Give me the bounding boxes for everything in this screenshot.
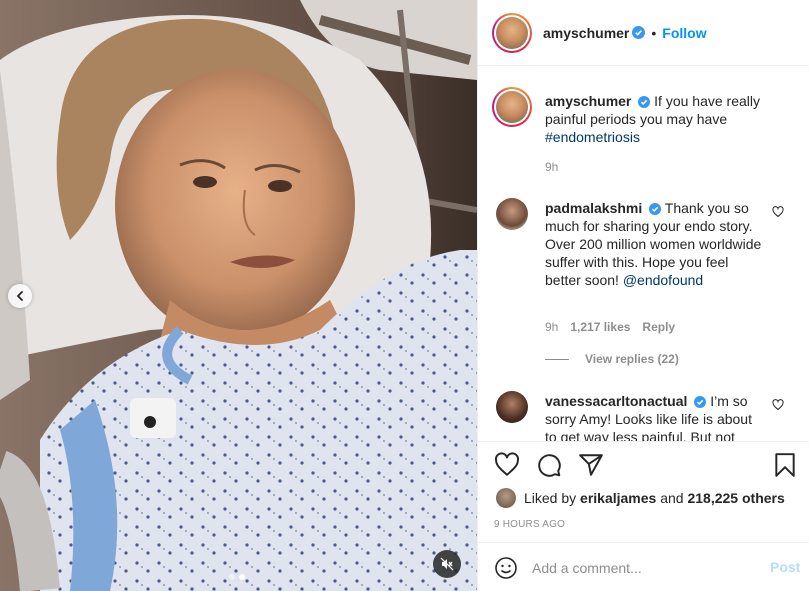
post-timestamp[interactable]: 9 HOURS AGO: [494, 519, 565, 530]
caption-username[interactable]: amyschumer: [545, 93, 631, 109]
heart-icon[interactable]: [772, 399, 784, 411]
liked-by-and: and: [660, 490, 684, 506]
mute-button[interactable]: [433, 550, 461, 578]
comment-meta: 9h 1,217 likes Reply: [545, 320, 675, 334]
caption-avatar[interactable]: [492, 87, 532, 127]
carousel-indicator: [229, 574, 245, 580]
liker-username[interactable]: erikaljames: [580, 490, 656, 506]
caption-hashtag[interactable]: #endometriosis: [545, 129, 640, 145]
like-heart-icon[interactable]: [494, 452, 520, 478]
comments-list[interactable]: amyschumer If you have really painful pe…: [478, 67, 809, 441]
liked-by-prefix: Liked by: [524, 490, 577, 506]
comment-input[interactable]: [532, 559, 752, 576]
liker-avatar[interactable]: [496, 488, 516, 508]
comment-mention[interactable]: @endofound: [623, 272, 703, 288]
comment-likes[interactable]: 1,217 likes: [570, 320, 630, 334]
comment-time: 9h: [545, 320, 559, 334]
verified-badge-icon: [632, 26, 646, 39]
video-frame: [0, 0, 477, 591]
verified-badge-icon: [638, 96, 651, 108]
post-actions: Liked by erikaljames and 218,225 others …: [478, 441, 809, 591]
post-side-panel: amyschumer • Follow amyschumer If you ha…: [477, 0, 809, 591]
follow-button[interactable]: Follow: [662, 25, 706, 41]
caption-time: 9h: [545, 160, 559, 174]
post-media[interactable]: [0, 0, 477, 591]
reply-button[interactable]: Reply: [642, 320, 675, 334]
post-header: amyschumer • Follow: [478, 0, 809, 66]
post-comment-button[interactable]: Post: [770, 559, 800, 575]
heart-icon[interactable]: [772, 206, 784, 218]
commenter-username[interactable]: padmalakshmi: [545, 200, 642, 216]
carousel-dot-active: [239, 574, 245, 580]
bookmark-icon[interactable]: [774, 452, 796, 478]
mute-icon: [440, 557, 454, 571]
carousel-dot: [229, 574, 235, 580]
commenter-avatar[interactable]: [496, 198, 528, 230]
emoji-icon[interactable]: [494, 556, 518, 580]
liked-by: Liked by erikaljames and 218,225 others: [496, 488, 785, 508]
author-avatar[interactable]: [492, 12, 532, 53]
add-comment-bar: Post: [478, 542, 809, 591]
view-replies-label: View replies (22): [585, 352, 679, 366]
comment-icon[interactable]: [536, 452, 562, 478]
likes-count[interactable]: 218,225 others: [687, 490, 784, 506]
share-icon[interactable]: [578, 452, 604, 478]
verified-badge-icon: [649, 203, 662, 215]
verified-badge-icon: [694, 396, 707, 408]
chevron-left-icon: [16, 291, 23, 301]
commenter-avatar[interactable]: [496, 391, 528, 423]
commenter-username[interactable]: vanessacarltonactual: [545, 393, 687, 409]
view-replies-button[interactable]: View replies (22): [545, 352, 679, 366]
carousel-prev-button[interactable]: [8, 284, 32, 308]
author-username[interactable]: amyschumer: [543, 25, 629, 41]
separator-dot: •: [651, 24, 657, 41]
